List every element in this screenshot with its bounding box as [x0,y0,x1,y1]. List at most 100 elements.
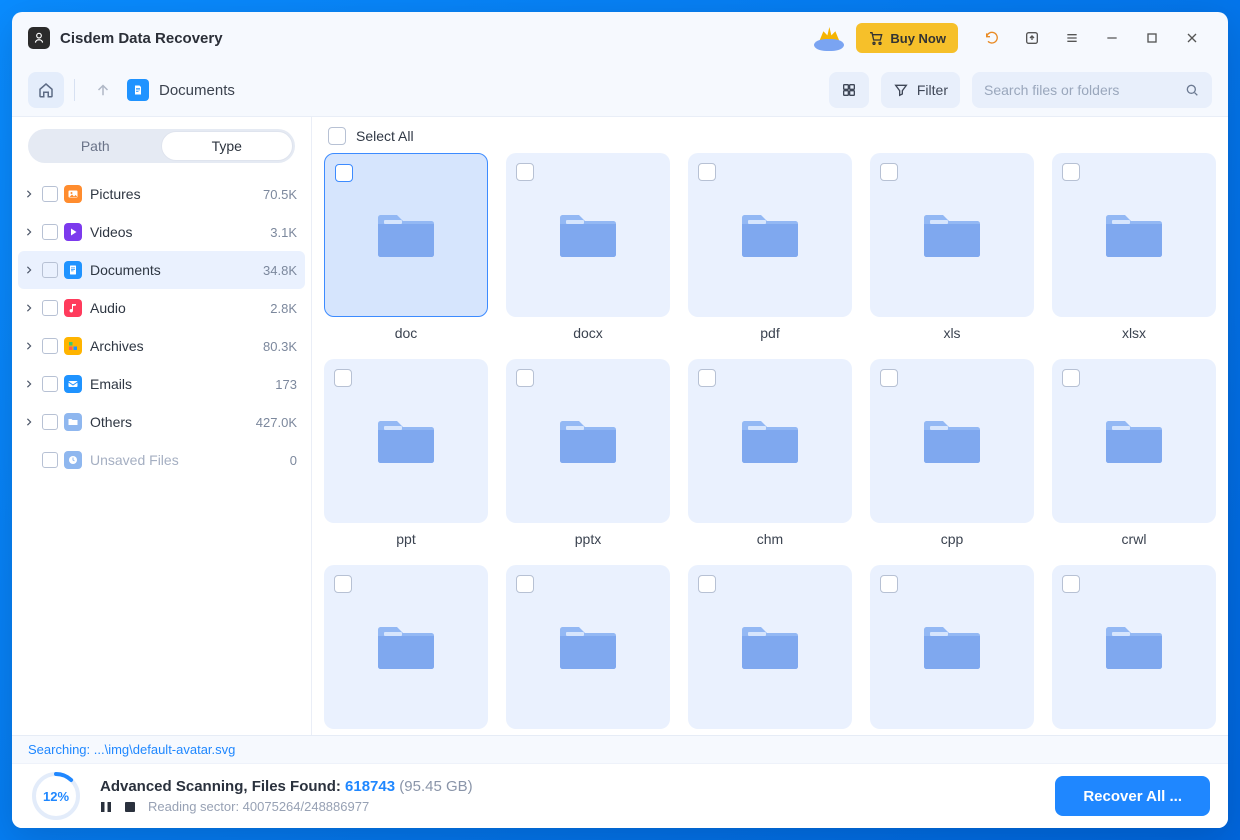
row-checkbox[interactable] [42,338,58,354]
search-field[interactable] [972,72,1212,108]
folder-checkbox[interactable] [698,163,716,181]
sidebar-row-emails[interactable]: Emails173 [18,365,305,403]
folder-checkbox[interactable] [516,163,534,181]
folder-tile[interactable] [1052,359,1216,523]
folder-checkbox[interactable] [880,163,898,181]
crown-icon[interactable] [812,25,846,51]
row-count: 2.8K [270,301,297,316]
folder-tile[interactable] [506,153,670,317]
folder-tile[interactable] [688,565,852,729]
sidebar-row-unsaved-files[interactable]: Unsaved Files0 [18,441,305,479]
row-icon [64,337,82,355]
undo-icon[interactable] [972,18,1012,58]
up-button[interactable] [85,72,121,108]
stop-button[interactable] [124,801,136,813]
folder-checkbox[interactable] [335,164,353,182]
sidebar-row-others[interactable]: Others427.0K [18,403,305,441]
expander-icon[interactable] [22,301,36,315]
close-icon[interactable] [1172,18,1212,58]
folder-checkbox[interactable] [880,369,898,387]
folder-icon [556,412,620,471]
folder-card: xls [870,153,1034,341]
sidebar-row-archives[interactable]: Archives80.3K [18,327,305,365]
select-all-checkbox[interactable] [328,127,346,145]
buy-now-button[interactable]: Buy Now [856,23,958,53]
folder-label: crwl [1122,531,1147,547]
row-checkbox[interactable] [42,300,58,316]
folder-icon [1102,618,1166,677]
folder-icon [556,618,620,677]
filter-button[interactable]: Filter [881,72,960,108]
folder-tile[interactable] [688,359,852,523]
folder-checkbox[interactable] [1062,575,1080,593]
seg-type[interactable]: Type [161,131,294,161]
toolbar: Documents Filter [12,64,1228,116]
folder-checkbox[interactable] [880,575,898,593]
folder-tile[interactable] [324,565,488,729]
sidebar-row-audio[interactable]: Audio 2.8K [18,289,305,327]
expander-icon[interactable] [22,339,36,353]
row-checkbox[interactable] [42,262,58,278]
hamburger-icon[interactable] [1052,18,1092,58]
folder-tile[interactable] [506,565,670,729]
folder-label: cpp [941,531,964,547]
row-label: Audio [90,300,264,316]
expander-icon[interactable] [22,187,36,201]
minimize-icon[interactable] [1092,18,1132,58]
folder-icon [556,206,620,265]
folder-checkbox[interactable] [1062,369,1080,387]
folder-tile[interactable] [870,359,1034,523]
folder-card: doc [324,153,488,341]
row-icon [64,261,82,279]
folder-checkbox[interactable] [334,575,352,593]
folder-checkbox[interactable] [334,369,352,387]
scan-sub-text: Reading sector: 40075264/248886977 [100,799,1037,814]
recover-button[interactable]: Recover All ... [1055,776,1210,816]
app-logo-icon [28,27,50,49]
maximize-icon[interactable] [1132,18,1172,58]
expander-icon[interactable] [22,377,36,391]
sidebar-row-pictures[interactable]: Pictures70.5K [18,175,305,213]
row-label: Others [90,414,250,430]
folder-card: cpp [870,359,1034,547]
expander-icon[interactable] [22,263,36,277]
app-window: Cisdem Data Recovery Buy Now Documents [12,12,1228,828]
sidebar-row-videos[interactable]: Videos3.1K [18,213,305,251]
folder-tile[interactable] [1052,565,1216,729]
row-count: 173 [275,377,297,392]
grid-view-button[interactable] [829,72,869,108]
folder-tile[interactable] [870,153,1034,317]
folder-label: chm [757,531,783,547]
search-input[interactable] [984,82,1174,98]
row-checkbox[interactable] [42,452,58,468]
search-icon [1184,82,1200,98]
expander-icon[interactable] [22,225,36,239]
folder-tile[interactable] [324,359,488,523]
folder-tile[interactable] [688,153,852,317]
upload-icon[interactable] [1012,18,1052,58]
folder-checkbox[interactable] [516,575,534,593]
grid-scroll[interactable]: docdocxpdfxlsxlsxpptpptxchmcppcrwl [312,153,1228,735]
folder-checkbox[interactable] [698,575,716,593]
sidebar-row-documents[interactable]: Documents34.8K [18,251,305,289]
seg-path[interactable]: Path [30,131,161,161]
row-checkbox[interactable] [42,224,58,240]
folder-checkbox[interactable] [516,369,534,387]
row-checkbox[interactable] [42,376,58,392]
row-checkbox[interactable] [42,414,58,430]
expander-icon[interactable] [22,415,36,429]
folder-tile[interactable] [1052,153,1216,317]
row-checkbox[interactable] [42,186,58,202]
folder-checkbox[interactable] [698,369,716,387]
row-label: Unsaved Files [90,452,284,468]
folder-tile[interactable] [324,153,488,317]
folder-card: ppt [324,359,488,547]
filter-label: Filter [917,82,948,98]
folder-checkbox[interactable] [1062,163,1080,181]
folder-tile[interactable] [870,565,1034,729]
folder-tile[interactable] [506,359,670,523]
scan-footer: Searching: ...\img\default-avatar.svg 12… [12,735,1228,828]
pause-button[interactable] [100,801,112,813]
folder-icon [374,412,438,471]
home-button[interactable] [28,72,64,108]
